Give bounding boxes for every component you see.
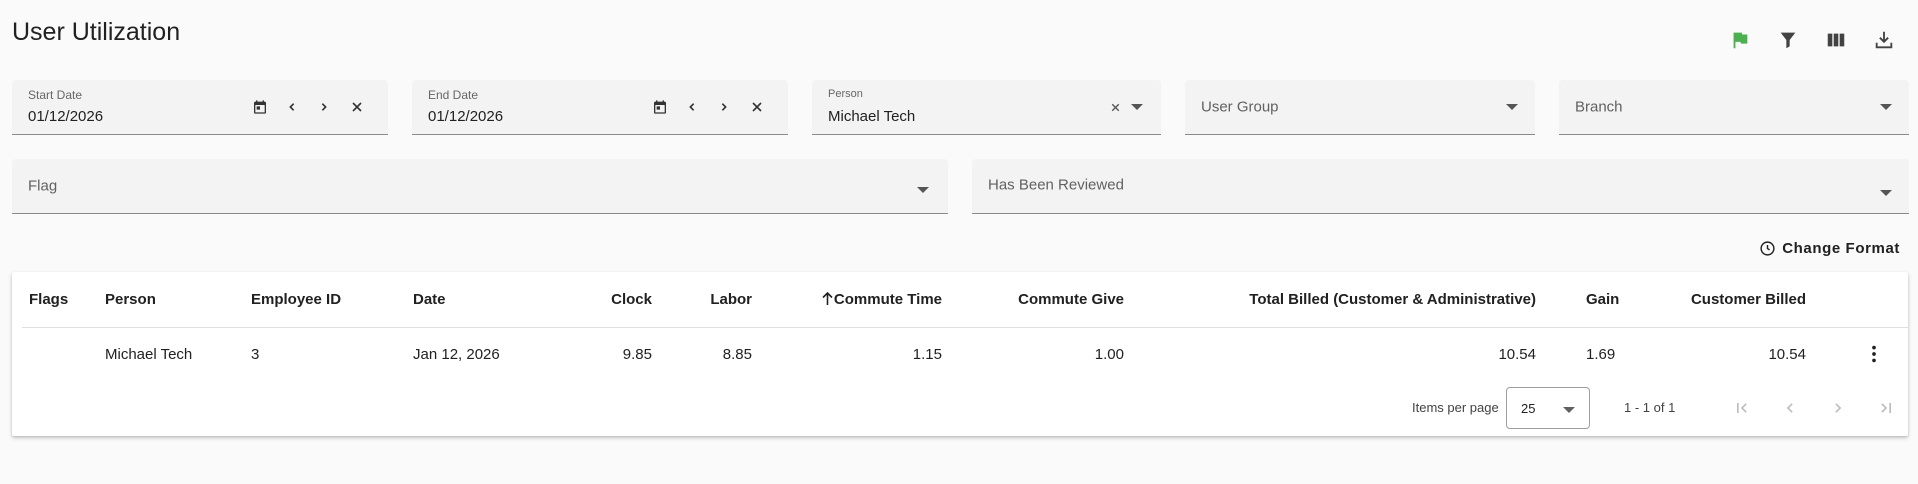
branch-select[interactable]: Branch (1559, 80, 1909, 135)
change-format-label: Change Format (1782, 240, 1900, 257)
flag-dropdown-arrow[interactable] (912, 179, 934, 201)
chevron-left-icon (689, 103, 695, 111)
chevron-down-icon (917, 187, 929, 194)
column-header-date[interactable]: Date (413, 291, 446, 308)
cell-commute-give: 1.00 (1094, 346, 1124, 363)
column-header-commute-time-sorted[interactable]: Commute Time (821, 291, 942, 308)
clock-icon (1760, 241, 1775, 256)
items-per-page-label: Items per page (1412, 400, 1499, 415)
toolbar (1726, 26, 1898, 54)
has-been-reviewed-placeholder: Has Been Reviewed (988, 176, 1124, 194)
cell-labor: 8.85 (722, 346, 752, 363)
chevron-down-icon (1880, 190, 1892, 197)
clear-start-date-button[interactable] (346, 96, 368, 118)
first-page-button[interactable] (1729, 395, 1755, 421)
last-page-button[interactable] (1873, 395, 1899, 421)
start-date-field[interactable]: Start Date 01/12/2026 (12, 80, 388, 135)
page-size-select[interactable]: 25 (1506, 387, 1590, 429)
calendar-button[interactable] (649, 96, 671, 118)
first-page-icon (1737, 403, 1747, 413)
column-header-person[interactable]: Person (105, 291, 156, 308)
chevron-right-icon (1835, 403, 1842, 413)
change-format-button[interactable]: Change Format (1759, 240, 1900, 257)
clear-end-date-button[interactable] (746, 96, 768, 118)
person-select[interactable]: Person Michael Tech (812, 80, 1161, 135)
close-icon (752, 102, 762, 112)
has-been-reviewed-dropdown-arrow[interactable] (1875, 182, 1897, 204)
flag-select[interactable]: Flag (12, 159, 948, 214)
user-group-select[interactable]: User Group (1185, 80, 1535, 135)
previous-day-button[interactable] (281, 96, 303, 118)
paginator: Items per page 25 1 - 1 of 1 (12, 386, 1908, 430)
column-header-commute-give[interactable]: Commute Give (1018, 291, 1124, 308)
cell-gain: 1.69 (1586, 346, 1616, 363)
column-header-clock[interactable]: Clock (611, 291, 652, 308)
branch-dropdown-arrow[interactable] (1875, 96, 1897, 118)
cell-employee-id: 3 (251, 346, 260, 363)
person-value: Michael Tech (828, 108, 916, 125)
column-header-commute-time: Commute Time (833, 291, 942, 308)
calendar-icon (254, 100, 266, 114)
chevron-down-icon (1563, 407, 1575, 413)
column-header-total-billed[interactable]: Total Billed (Customer & Administrative) (1249, 291, 1536, 308)
utilization-table: Flags Person Employee ID Date Clock Labo… (12, 272, 1908, 436)
flag-button[interactable] (1726, 26, 1754, 54)
more-vert-icon (1872, 345, 1876, 363)
filter-icon (1780, 32, 1796, 49)
column-header-flags[interactable]: Flags (29, 291, 68, 308)
previous-page-button[interactable] (1777, 395, 1803, 421)
next-page-button[interactable] (1825, 395, 1851, 421)
start-date-label: Start Date (28, 88, 83, 102)
last-page-icon (1881, 403, 1891, 413)
end-date-label: End Date (428, 88, 479, 102)
cell-customer-billed: 10.54 (1768, 346, 1806, 363)
page-range-label: 1 - 1 of 1 (1624, 400, 1676, 415)
column-header-customer-billed[interactable]: Customer Billed (1691, 291, 1806, 308)
chevron-down-icon (1131, 104, 1143, 110)
chevron-left-icon (289, 103, 295, 111)
person-label: Person (828, 88, 863, 100)
columns-button[interactable] (1822, 26, 1850, 54)
column-header-employee-id[interactable]: Employee ID (251, 291, 341, 308)
calendar-icon (654, 100, 666, 114)
branch-placeholder: Branch (1575, 98, 1623, 116)
filter-button[interactable] (1774, 26, 1802, 54)
sort-ascending-icon (822, 291, 833, 305)
flag-icon (1733, 32, 1748, 49)
chevron-right-icon (721, 103, 727, 111)
has-been-reviewed-select[interactable]: Has Been Reviewed (972, 159, 1909, 214)
calendar-button[interactable] (249, 96, 271, 118)
header-divider (22, 327, 1908, 328)
cell-commute-time: 1.15 (912, 346, 942, 363)
download-button[interactable] (1870, 26, 1898, 54)
download-icon (1875, 31, 1893, 49)
next-day-button[interactable] (713, 96, 735, 118)
page-size-value: 25 (1521, 401, 1536, 416)
end-date-field[interactable]: End Date 01/12/2026 (412, 80, 788, 135)
chevron-down-icon (1506, 104, 1518, 110)
chevron-down-icon (1880, 104, 1892, 110)
chevron-right-icon (321, 103, 327, 111)
cell-clock: 9.85 (622, 346, 652, 363)
column-header-labor[interactable]: Labor (710, 291, 752, 308)
previous-day-button[interactable] (681, 96, 703, 118)
flag-placeholder: Flag (28, 177, 58, 195)
close-icon (1111, 103, 1119, 111)
columns-icon (1827, 33, 1845, 47)
clear-person-button[interactable] (1104, 96, 1126, 118)
column-header-gain[interactable]: Gain (1586, 291, 1619, 308)
end-date-value[interactable]: 01/12/2026 (428, 108, 503, 125)
cell-date: Jan 12, 2026 (413, 346, 500, 363)
page-title: User Utilization (12, 18, 181, 46)
row-actions-button[interactable] (1862, 342, 1886, 366)
cell-total-billed: 10.54 (1498, 346, 1536, 363)
start-date-value[interactable]: 01/12/2026 (28, 108, 103, 125)
chevron-left-icon (1786, 403, 1793, 413)
user-group-dropdown-arrow[interactable] (1501, 96, 1523, 118)
cell-person: Michael Tech (105, 346, 193, 363)
user-group-placeholder: User Group (1201, 98, 1279, 116)
close-icon (352, 102, 362, 112)
next-day-button[interactable] (313, 96, 335, 118)
person-dropdown-arrow[interactable] (1126, 96, 1148, 118)
